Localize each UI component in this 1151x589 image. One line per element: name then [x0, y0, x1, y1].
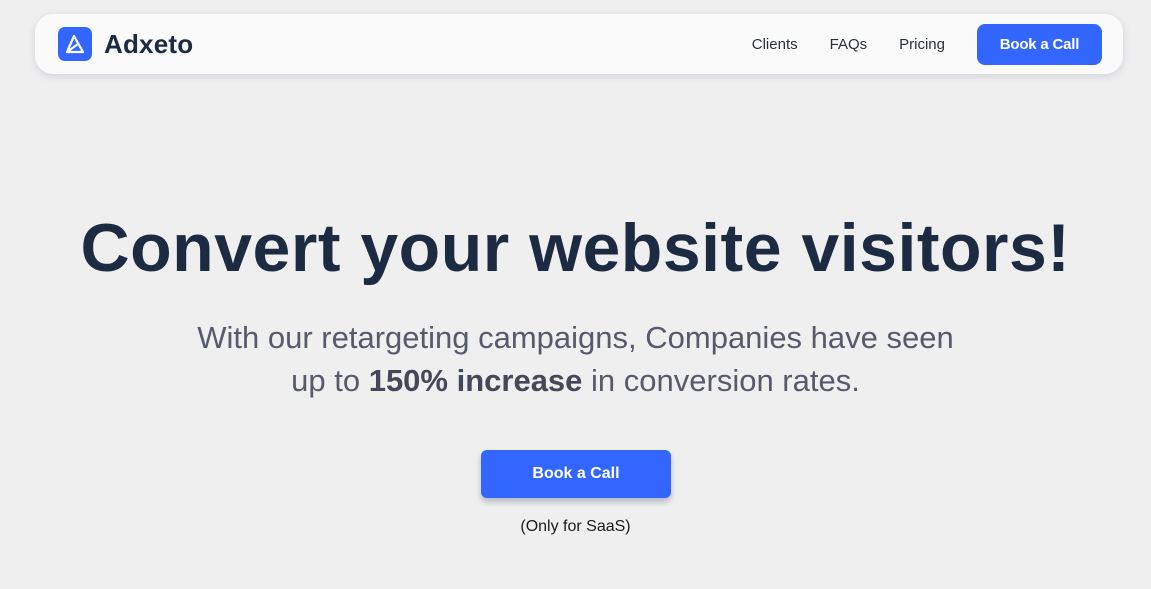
subhead-line-1: With our retargeting campaigns, Companie…: [197, 320, 954, 355]
top-navbar: Adxeto Clients FAQs Pricing Book a Call: [35, 14, 1123, 74]
hero-subheadline: With our retargeting campaigns, Companie…: [0, 316, 1151, 402]
saas-only-note: (Only for SaaS): [520, 518, 631, 535]
nav-book-call-button[interactable]: Book a Call: [977, 23, 1102, 65]
logo-icon: [58, 27, 92, 61]
nav-link-faqs[interactable]: FAQs: [830, 36, 868, 53]
nav-links: Clients FAQs Pricing: [752, 36, 945, 53]
hero-book-call-button[interactable]: Book a Call: [481, 450, 671, 498]
subhead-line-2-prefix: up to: [291, 363, 369, 398]
brand-name: Adxeto: [104, 28, 194, 59]
subhead-highlight: 150% increase: [368, 363, 583, 398]
brand[interactable]: Adxeto: [58, 27, 193, 61]
subhead-line-2-suffix: in conversion rates.: [582, 363, 860, 398]
hero-headline: Convert your website visitors!: [80, 210, 1071, 286]
nav-link-clients[interactable]: Clients: [752, 36, 798, 53]
nav-link-pricing[interactable]: Pricing: [899, 36, 945, 53]
